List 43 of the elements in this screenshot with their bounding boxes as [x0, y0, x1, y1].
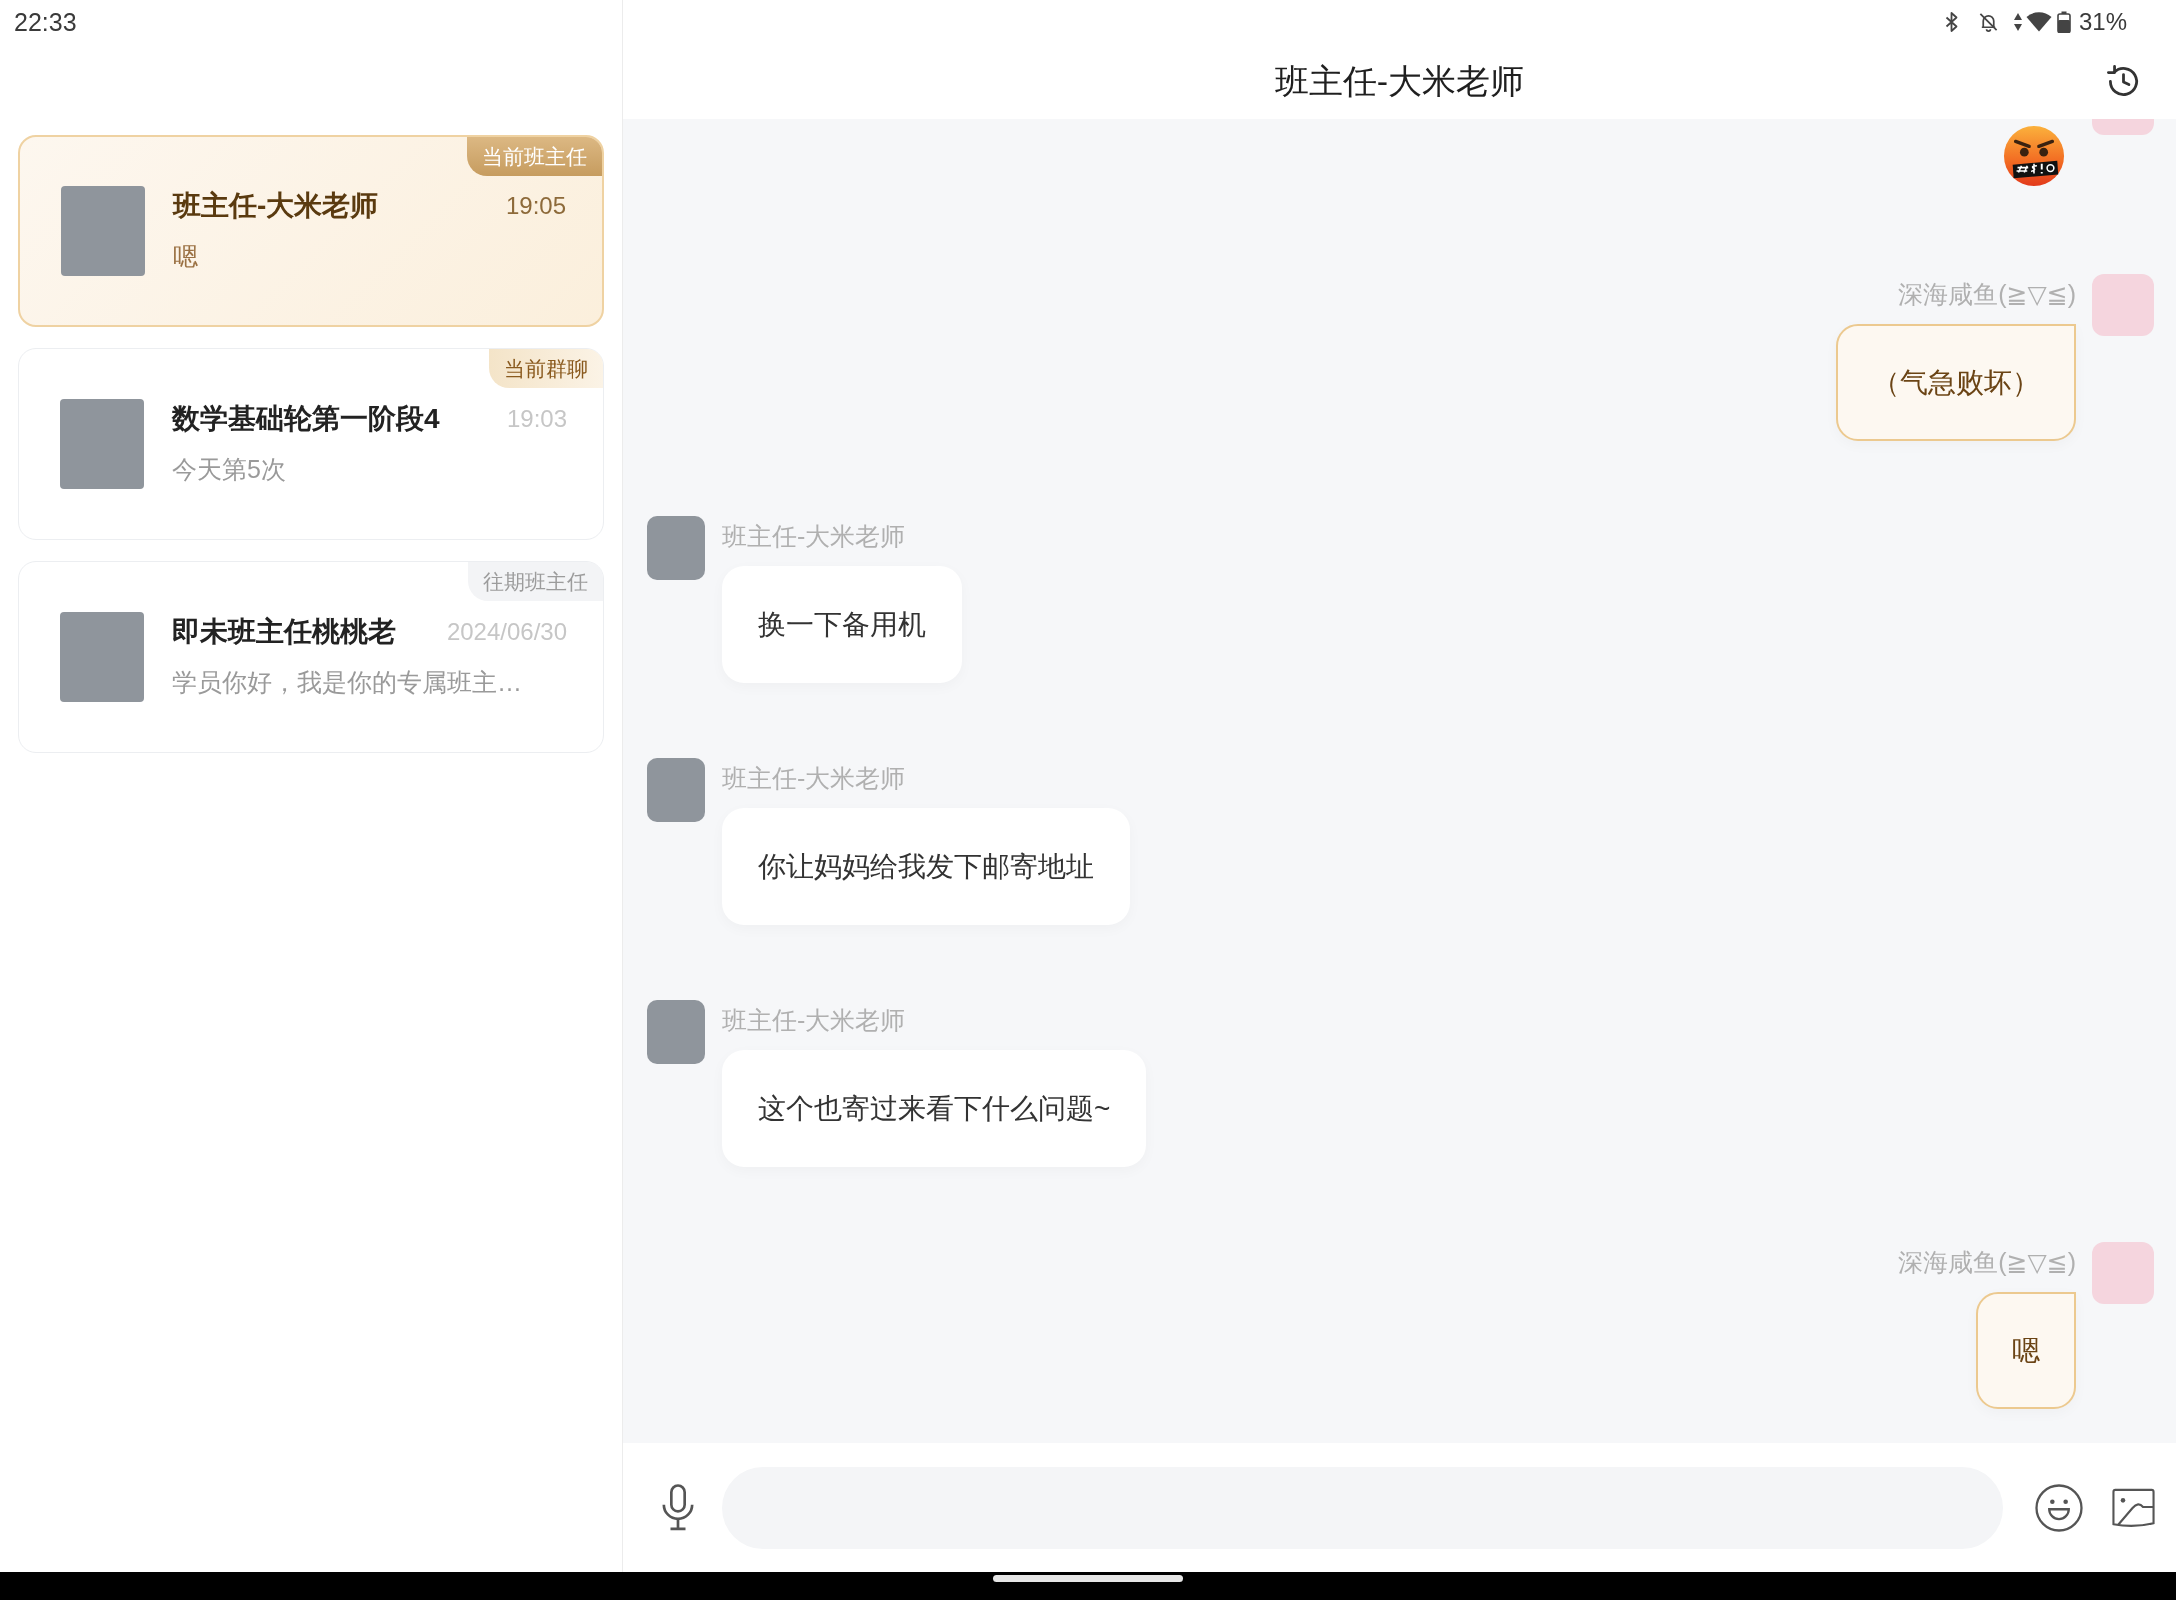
wifi-icon	[2025, 12, 2052, 32]
sender-name: 深海咸鱼(≧▽≦)	[1898, 1247, 2076, 1278]
conversation-time: 19:05	[505, 191, 566, 221]
message-preview: 嗯	[173, 241, 198, 272]
photo-placeholder	[647, 516, 705, 580]
message-bubble: （气急败坏）	[1836, 324, 2076, 441]
conversation-time: 19:03	[506, 404, 567, 434]
sender-name: 班主任-大米老师	[722, 763, 906, 794]
conversation-card[interactable]: 当前班主任 班主任-大米老师 19:05 嗯	[18, 135, 604, 327]
sender-name: 班主任-大米老师	[722, 521, 906, 552]
avatar-placeholder	[2092, 274, 2154, 336]
image-button[interactable]	[2110, 1486, 2157, 1529]
conversation-name: 即未班主任桃桃老	[172, 615, 396, 649]
chat-title: 班主任-大米老师	[1274, 60, 1525, 102]
angry-face-icon	[2003, 125, 2065, 187]
conversation-card[interactable]: 当前群聊 数学基础轮第一阶段4 19:03 今天第5次	[18, 348, 604, 540]
bluetooth-icon	[1943, 11, 1960, 33]
conversation-card[interactable]: 往期班主任 即未班主任桃桃老 2024/06/30 学员你好，我是你的专属班主…	[18, 561, 604, 753]
status-time: 22:33	[14, 7, 77, 37]
data-arrows-icon	[2013, 12, 2022, 32]
image-icon	[2110, 1486, 2157, 1529]
conversation-name: 数学基础轮第一阶段4	[172, 402, 440, 436]
conversation-name: 班主任-大米老师	[173, 189, 379, 223]
conversation-time: 2024/06/30	[446, 617, 567, 647]
smiley-icon	[2034, 1482, 2084, 1533]
message-bubble: 嗯	[1976, 1292, 2076, 1409]
status-tag: 当前班主任	[467, 137, 602, 176]
battery-percentage: 31%	[2078, 8, 2127, 36]
avatar-placeholder	[2092, 1242, 2154, 1304]
status-tag: 当前群聊	[489, 349, 603, 388]
message-preview: 今天第5次	[172, 454, 286, 485]
message-bubble: 换一下备用机	[722, 566, 962, 683]
sender-name: 深海咸鱼(≧▽≦)	[1898, 279, 2076, 310]
sender-name: 班主任-大米老师	[722, 1005, 906, 1036]
message-bubble: 这个也寄过来看下什么问题~	[722, 1050, 1147, 1167]
bell-off-icon	[1977, 11, 1999, 33]
message-bubble: 你让妈妈给我发下邮寄地址	[722, 808, 1130, 925]
battery-icon	[2056, 11, 2071, 33]
photo-placeholder	[647, 758, 705, 822]
photo-placeholder	[647, 1000, 705, 1064]
message-preview: 学员你好，我是你的专属班主…	[172, 667, 522, 698]
status-tag: 往期班主任	[468, 562, 603, 601]
emoji-button[interactable]	[2034, 1482, 2084, 1533]
